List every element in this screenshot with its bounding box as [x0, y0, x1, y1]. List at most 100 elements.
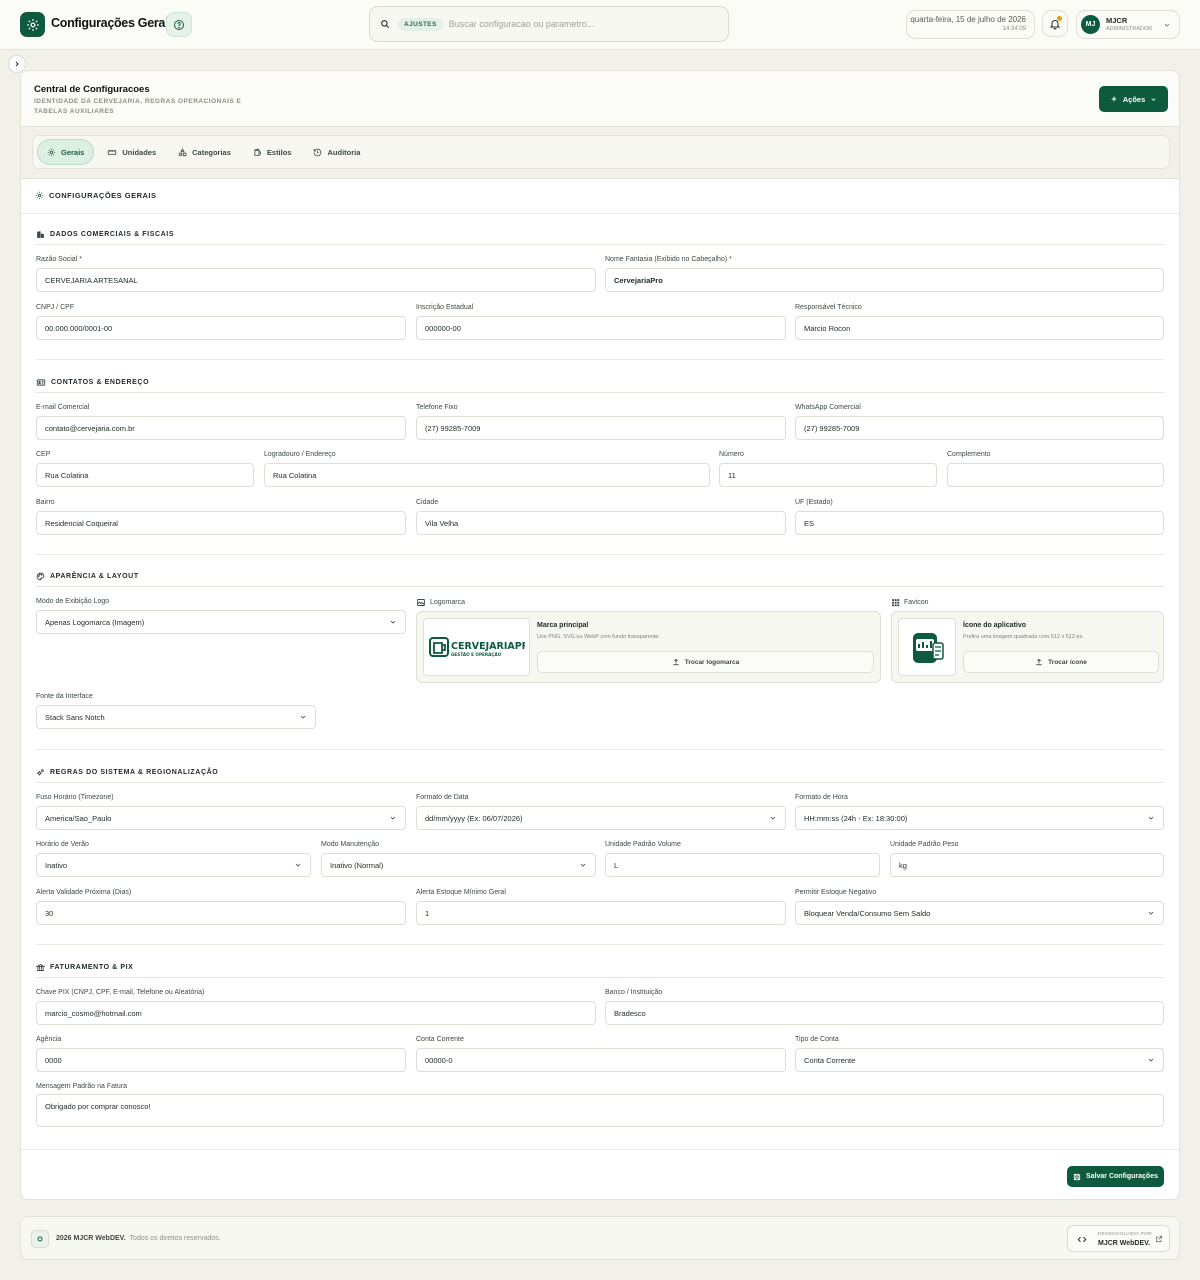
logo-preview: CERVEJARIAPRO GESTÃO E OPERAÇÃO [423, 618, 530, 676]
search-input[interactable]: AJUSTES Buscar configuracao ou parametro… [369, 6, 729, 42]
tab-categorias[interactable]: Categorias [169, 139, 240, 165]
copyright: 2026 MJCR WebDEV. Todos os direitos rese… [56, 1235, 221, 1242]
formato-data-select[interactable]: dd/mm/yyyy (Ex: 06/07/2026) [416, 806, 786, 830]
input-value: ES [804, 518, 815, 528]
save-button[interactable]: Salvar Configurações [1067, 1166, 1164, 1187]
tab-label: Gerais [61, 147, 85, 157]
section-contacts-title: CONTATOS & ENDEREÇO [36, 378, 149, 387]
notifications-button[interactable] [1042, 10, 1068, 37]
brand-mark-icon [31, 1230, 49, 1248]
developer-name: MJCR WebDEV. [1098, 1240, 1151, 1247]
section-title-text: APARÊNCIA & LAYOUT [50, 573, 139, 580]
razao-social-input[interactable]: CERVEJARIA ARTESANAL [36, 268, 596, 292]
email-input[interactable]: contato@cervejaria.com.br [36, 416, 406, 440]
und-volume-input[interactable]: L [605, 853, 880, 877]
cidade-input[interactable]: Vila Velha [416, 511, 786, 535]
fuso-select[interactable]: America/Sao_Paulo [36, 806, 406, 830]
help-button[interactable] [166, 12, 192, 37]
agencia-input[interactable]: 0000 [36, 1048, 406, 1072]
whatsapp-input[interactable]: (27) 99285-7009 [795, 416, 1164, 440]
chevron-down-icon [580, 863, 586, 867]
input-value: CervejariaPro [614, 275, 663, 285]
formato-hora-select[interactable]: HH:mm:ss (24h - Ex: 18:30:00) [795, 806, 1164, 830]
building-icon [37, 231, 44, 238]
grid-icon [892, 599, 900, 607]
conta-input[interactable]: 00000-0 [416, 1048, 786, 1072]
code-icon [1077, 1236, 1087, 1243]
inscricao-estadual-input[interactable]: 000000-00 [416, 316, 786, 340]
whatsapp-label: WhatsApp Comercial [795, 404, 861, 411]
alerta-validade-input[interactable]: 30 [36, 901, 406, 925]
change-favicon-button[interactable]: Trocar ícone [963, 651, 1159, 673]
fuso-label: Fuso Horário (Timezone) [36, 794, 114, 801]
actions-label: Ações [1122, 94, 1146, 104]
chevron-down-icon [1164, 23, 1170, 27]
complemento-input[interactable] [947, 463, 1164, 487]
fantasia-label: Nome Fantasia (Exibido no Cabeçalho) * [605, 256, 732, 263]
tab-estilos[interactable]: Estilos [244, 139, 301, 165]
footer-rights: Todos os direitos reservados. [129, 1235, 221, 1242]
numero-input[interactable]: 11 [719, 463, 937, 487]
banco-input[interactable]: Bradesco [605, 1001, 1164, 1025]
gear-icon[interactable] [20, 12, 45, 37]
tab-unidades[interactable]: Unidades [98, 139, 165, 165]
fonte-label: Fonte da Interface [36, 693, 93, 700]
footer: 2026 MJCR WebDEV. Todos os direitos rese… [20, 1216, 1180, 1260]
responsavel-label: Responsável Técnico [795, 304, 862, 311]
favicon-image [913, 633, 944, 663]
horario-verao-select[interactable]: Inativo [36, 853, 311, 877]
card-title: CONFIGURAÇÕES GERAIS [35, 191, 157, 200]
logo-upload-panel: CERVEJARIAPRO GESTÃO E OPERAÇÃO Marca pr… [416, 611, 881, 683]
input-value: 0000 [45, 1055, 62, 1065]
brand-logo: CERVEJARIAPRO GESTÃO E OPERAÇÃO [428, 637, 525, 657]
estoque-negativo-select[interactable]: Bloquear Venda/Consumo Sem Saldo [795, 901, 1164, 925]
alerta-estoque-input[interactable]: 1 [416, 901, 786, 925]
page-header: Central de Configuracoes IDENTIDADE DA C… [20, 70, 1180, 127]
app-title: Configurações Gerais [51, 16, 175, 30]
favicon-upload-panel: Ícone do aplicativo Prefira uma imagem q… [891, 611, 1164, 683]
formato-hora-label: Formato de Hora [795, 794, 848, 801]
ie-label: Inscrição Estadual [416, 304, 474, 311]
alerta-estoque-label: Alerta Estoque Mínimo Geral [416, 889, 506, 896]
image-icon [417, 599, 425, 606]
developer-link[interactable]: DESENVOLVIDO POR MJCR WebDEV. [1067, 1225, 1170, 1252]
input-value: 1 [425, 908, 430, 918]
divider [21, 213, 1179, 214]
cep-input[interactable]: Rua Colatina [36, 463, 254, 487]
divider [36, 782, 1164, 783]
uf-input[interactable]: ES [795, 511, 1164, 535]
cnpj-input[interactable]: 00.000.000/0001-00 [36, 316, 406, 340]
manutencao-select[interactable]: Inativo (Normal) [321, 853, 596, 877]
id-card-icon [36, 379, 46, 386]
user-menu[interactable]: MJ MJCR ADMINISTRADOR [1076, 10, 1180, 39]
responsavel-input[interactable]: Marcio Rocon [795, 316, 1164, 340]
und-peso-input[interactable]: kg [890, 853, 1164, 877]
section-appearance-title: APARÊNCIA & LAYOUT [36, 572, 139, 581]
logradouro-input[interactable]: Rua Colatina [264, 463, 710, 487]
general-settings-card: CONFIGURAÇÕES GERAIS DADOS COMERCIAIS & … [20, 178, 1180, 1200]
select-value: Stack Sans Notch [45, 712, 105, 722]
favicon-label: Favicon [891, 598, 929, 607]
actions-button[interactable]: Ações [1099, 86, 1168, 112]
section-commercial-title: DADOS COMERCIAIS & FISCAIS [36, 230, 174, 239]
agencia-label: Agência [36, 1036, 62, 1043]
developer-caption: DESENVOLVIDO POR [1098, 1232, 1153, 1237]
mensagem-textarea[interactable]: Obrigado por comprar conosco! [36, 1094, 1164, 1127]
search-icon [381, 20, 390, 29]
gear-icon [47, 148, 56, 156]
nome-fantasia-input[interactable]: CervejariaPro [605, 268, 1164, 292]
input-value: 000000-00 [425, 323, 461, 333]
fonte-select[interactable]: Stack Sans Notch [36, 705, 316, 729]
modo-logo-select[interactable]: Apenas Logomarca (Imagem) [36, 610, 406, 634]
change-logo-button[interactable]: Trocar logomarca [537, 651, 874, 673]
tipo-conta-select[interactable]: Conta Corrente [795, 1048, 1164, 1072]
tab-auditoria[interactable]: Auditoria [304, 139, 369, 165]
telefone-input[interactable]: (27) 99285-7009 [416, 416, 786, 440]
tab-gerais[interactable]: Gerais [37, 139, 95, 165]
divider [36, 749, 1164, 750]
search-placeholder: Buscar configuracao ou parametro... [448, 19, 595, 29]
pix-input[interactable]: marcio_cosmo@hotmail.com [36, 1001, 596, 1025]
divider [36, 586, 1164, 587]
bairro-input[interactable]: Residencial Coqueiral [36, 511, 406, 535]
select-value: Inativo (Normal) [330, 860, 384, 870]
